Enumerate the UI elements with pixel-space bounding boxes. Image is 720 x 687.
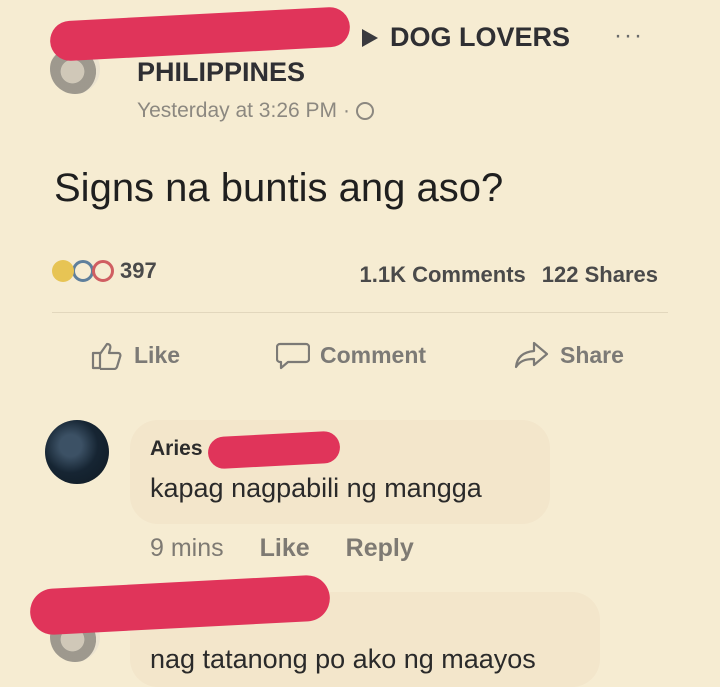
like-reaction-icon bbox=[72, 260, 94, 282]
post-timestamp[interactable]: Yesterday at 3:26 PM bbox=[137, 99, 337, 123]
comment-bubble bbox=[130, 420, 550, 524]
divider bbox=[52, 312, 668, 313]
reactions-summary[interactable]: 397 bbox=[52, 258, 157, 284]
comments-count[interactable]: 1.1K Comments bbox=[360, 262, 526, 288]
comment-text: kapag nagpabili ng mangga bbox=[150, 473, 482, 503]
post-text: Signs na buntis ang aso? bbox=[54, 166, 504, 210]
post-meta: Yesterday at 3:26 PM · bbox=[137, 99, 375, 123]
share-label: Share bbox=[560, 341, 624, 368]
like-label: Like bbox=[134, 341, 181, 368]
comment-button[interactable]: Comment bbox=[276, 340, 426, 370]
more-options-button[interactable]: ··· bbox=[614, 22, 644, 50]
engagement-counts: 1.1K Comments 122 Shares bbox=[360, 262, 658, 288]
meta-separator: · bbox=[343, 99, 351, 122]
comment-like-button[interactable]: Like bbox=[260, 534, 310, 563]
group-name-line1[interactable]: DOG LOVERS bbox=[390, 22, 570, 53]
group-name-line2[interactable]: PHILIPPINES bbox=[137, 57, 305, 88]
reaction-count: 397 bbox=[120, 258, 157, 283]
share-arrow-icon bbox=[514, 341, 549, 369]
shares-count[interactable]: 122 Shares bbox=[542, 262, 658, 288]
redacted-poster-name bbox=[49, 6, 351, 62]
comment-text: nag tatanong po ako ng maayos bbox=[150, 644, 536, 674]
speech-bubble-icon bbox=[276, 342, 310, 370]
like-button[interactable]: Like bbox=[90, 340, 180, 370]
love-reaction-icon bbox=[92, 260, 114, 282]
comment-reply-button[interactable]: Reply bbox=[346, 534, 414, 563]
comment-label: Comment bbox=[320, 341, 427, 368]
public-globe-icon bbox=[356, 102, 375, 120]
arrow-right-icon bbox=[362, 28, 378, 47]
share-button[interactable]: Share bbox=[514, 340, 624, 370]
comment-author[interactable]: Aries bbox=[150, 437, 203, 461]
comment-time: 9 mins bbox=[150, 534, 224, 562]
group-link[interactable]: DOG LOVERS bbox=[362, 22, 570, 53]
haha-reaction-icon bbox=[52, 260, 74, 282]
thumbs-up-icon bbox=[91, 342, 122, 370]
commenter-avatar[interactable] bbox=[45, 420, 109, 484]
comment-meta: 9 mins Like Reply bbox=[150, 534, 414, 563]
